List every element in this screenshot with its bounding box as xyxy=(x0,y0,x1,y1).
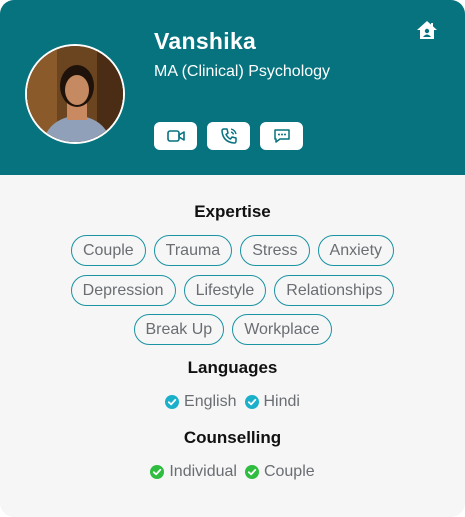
expertise-tag[interactable]: Depression xyxy=(70,275,176,306)
check-circle-icon xyxy=(150,465,165,479)
check-circle-icon xyxy=(244,395,259,409)
chat-button[interactable] xyxy=(260,122,303,150)
expertise-tag[interactable]: Break Up xyxy=(133,314,225,345)
expertise-tag[interactable]: Lifestyle xyxy=(183,275,267,306)
counselling-label: Individual xyxy=(169,463,237,480)
languages-list: English Hindi xyxy=(0,393,465,411)
video-call-button[interactable] xyxy=(154,122,197,150)
expertise-tag[interactable]: Anxiety xyxy=(317,235,395,266)
check-circle-icon xyxy=(165,395,180,409)
therapist-degree: MA (Clinical) Psychology xyxy=(154,63,331,80)
counselling-label: Couple xyxy=(263,463,315,480)
chat-icon xyxy=(273,129,290,143)
phone-call-button[interactable] xyxy=(207,122,250,150)
counselling-item: Couple xyxy=(244,463,315,481)
counselling-title: Counselling xyxy=(183,428,282,447)
expertise-tag[interactable]: Relationships xyxy=(274,275,395,306)
avatar xyxy=(25,44,125,144)
phone-call-icon xyxy=(220,128,237,144)
language-label: Hindi xyxy=(263,393,300,410)
expertise-row-3: Break Up Workplace xyxy=(0,314,465,345)
expertise-tag[interactable]: Workplace xyxy=(232,314,332,345)
counselling-item: Individual xyxy=(150,463,237,481)
contact-actions xyxy=(154,122,303,150)
language-label: English xyxy=(184,393,237,410)
home-icon[interactable] xyxy=(416,20,438,40)
expertise-title: Expertise xyxy=(194,202,271,221)
profile-header: Vanshika MA (Clinical) Psychology xyxy=(0,0,465,175)
video-call-icon xyxy=(166,130,185,142)
expertise-row-2: Depression Lifestyle Relationships xyxy=(0,275,465,306)
check-circle-icon xyxy=(244,465,259,479)
therapist-card: Vanshika MA (Clinical) Psychology Expert… xyxy=(0,0,465,517)
expertise-tag[interactable]: Stress xyxy=(240,235,310,266)
language-item: Hindi xyxy=(244,393,300,411)
counselling-list: Individual Couple xyxy=(0,463,465,481)
expertise-row-1: Couple Trauma Stress Anxiety xyxy=(0,235,465,266)
profile-photo xyxy=(27,46,123,142)
expertise-tag[interactable]: Trauma xyxy=(153,235,233,266)
expertise-tag[interactable]: Couple xyxy=(70,235,146,266)
language-item: English xyxy=(165,393,237,411)
languages-title: Languages xyxy=(187,358,278,377)
therapist-name: Vanshika xyxy=(154,28,257,54)
